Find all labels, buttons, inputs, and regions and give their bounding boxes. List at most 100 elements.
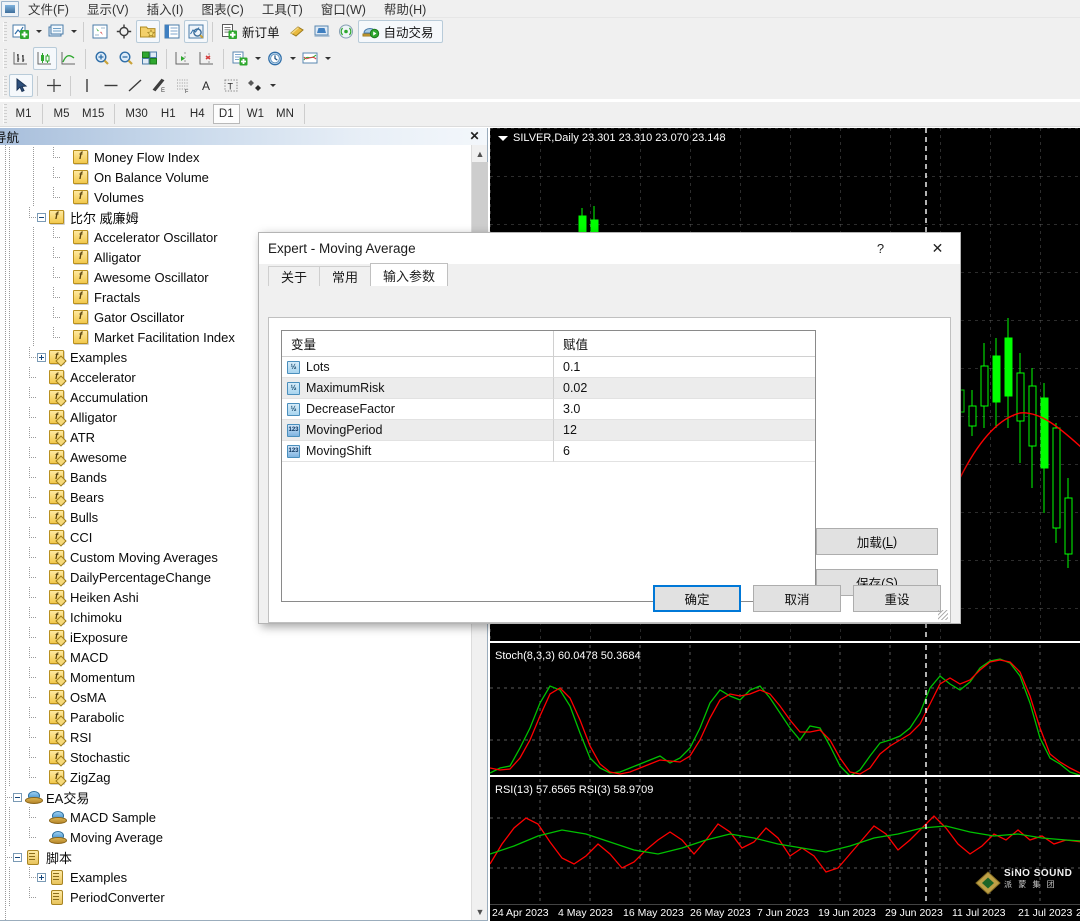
- table-row[interactable]: 123 MovingShift 6: [282, 441, 815, 462]
- variable-value[interactable]: 0.02: [554, 378, 815, 399]
- close-icon[interactable]: ✕: [915, 233, 960, 264]
- tree-item[interactable]: f On Balance Volume: [0, 167, 487, 187]
- bar-chart-button[interactable]: [9, 47, 33, 70]
- terminal-button[interactable]: [160, 20, 184, 43]
- new-order-button[interactable]: [217, 20, 241, 43]
- tree-expander[interactable]: [37, 352, 46, 362]
- variable-value[interactable]: 12: [554, 420, 815, 441]
- tree-expander[interactable]: [13, 792, 22, 802]
- candlestick-chart-button[interactable]: [33, 47, 57, 70]
- tree-item[interactable]: f RSI: [0, 727, 487, 747]
- profiles-dropdown[interactable]: [68, 20, 79, 43]
- help-question-icon[interactable]: ?: [858, 233, 903, 264]
- menu-tools[interactable]: 工具(T): [253, 0, 312, 19]
- period-button[interactable]: [263, 47, 287, 70]
- toolbar-grip[interactable]: [3, 21, 7, 42]
- timeframe-h1[interactable]: H1: [155, 104, 182, 124]
- crosshair-button[interactable]: [42, 74, 66, 97]
- dialog-resize-handle[interactable]: [938, 610, 948, 620]
- timeframe-m30[interactable]: M30: [120, 104, 152, 124]
- menu-charts[interactable]: 图表(C): [192, 0, 252, 19]
- autotrading-label[interactable]: 自动交易: [383, 22, 440, 41]
- table-row[interactable]: 123 MovingPeriod 12: [282, 420, 815, 441]
- new-chart-dropdown[interactable]: [33, 20, 44, 43]
- autotrading-icon[interactable]: [359, 20, 383, 43]
- tile-windows-button[interactable]: [138, 47, 162, 70]
- zoom-in-button[interactable]: [90, 47, 114, 70]
- tree-item[interactable]: PeriodConverter: [0, 887, 487, 907]
- shapes-dropdown[interactable]: [267, 74, 278, 97]
- indicators-button[interactable]: [298, 47, 322, 70]
- cursor-button[interactable]: [9, 74, 33, 97]
- label-button[interactable]: T: [219, 74, 243, 97]
- tree-item[interactable]: f Parabolic: [0, 707, 487, 727]
- tree-expander[interactable]: [13, 852, 22, 862]
- cancel-button[interactable]: 取消: [753, 585, 841, 612]
- navigator-button[interactable]: [136, 20, 160, 43]
- market-watch-button[interactable]: [88, 20, 112, 43]
- table-row[interactable]: ½ MaximumRisk 0.02: [282, 378, 815, 399]
- tree-item[interactable]: Examples: [0, 867, 487, 887]
- toolbar-grip[interactable]: [3, 75, 7, 96]
- tree-item[interactable]: f Momentum: [0, 667, 487, 687]
- timeframe-m1[interactable]: M1: [10, 104, 37, 124]
- chart-shift-button[interactable]: [171, 47, 195, 70]
- reset-button[interactable]: 重设: [853, 585, 941, 612]
- menu-view[interactable]: 显示(V): [78, 0, 138, 19]
- timeframe-w1[interactable]: W1: [242, 104, 269, 124]
- tree-item[interactable]: f Money Flow Index: [0, 147, 487, 167]
- variable-value[interactable]: 3.0: [554, 399, 815, 420]
- ok-button[interactable]: 确定: [653, 585, 741, 612]
- shapes-button[interactable]: [243, 74, 267, 97]
- timeframe-m15[interactable]: M15: [77, 104, 109, 124]
- menu-insert[interactable]: 插入(I): [138, 0, 193, 19]
- templates-button[interactable]: [228, 47, 252, 70]
- timeframe-d1[interactable]: D1: [212, 104, 240, 124]
- tree-item[interactable]: f iExposure: [0, 627, 487, 647]
- tree-item[interactable]: f MACD: [0, 647, 487, 667]
- tree-item[interactable]: Moving Average: [0, 827, 487, 847]
- dialog-titlebar[interactable]: Expert - Moving Average ? ✕: [259, 233, 960, 264]
- toolbar-grip[interactable]: [3, 48, 7, 69]
- chevron-up-icon[interactable]: ▲: [472, 145, 488, 162]
- trendline-button[interactable]: [123, 74, 147, 97]
- variable-value[interactable]: 6: [554, 441, 815, 462]
- tree-item[interactable]: f Volumes: [0, 187, 487, 207]
- profiles-button[interactable]: [44, 20, 68, 43]
- toolbar-grip[interactable]: [3, 104, 7, 124]
- tab-about[interactable]: 关于: [268, 266, 321, 286]
- metaeditor-button[interactable]: [286, 20, 310, 43]
- timeframe-h4[interactable]: H4: [184, 104, 211, 124]
- vertical-line-button[interactable]: [75, 74, 99, 97]
- fibonacci-button[interactable]: F: [171, 74, 195, 97]
- line-chart-button[interactable]: [57, 47, 81, 70]
- new-order-label[interactable]: 新订单: [241, 22, 286, 41]
- new-chart-button[interactable]: [9, 20, 33, 43]
- equidistant-channel-button[interactable]: E: [147, 74, 171, 97]
- table-row[interactable]: ½ DecreaseFactor 3.0: [282, 399, 815, 420]
- expert-advisors-button[interactable]: [310, 20, 334, 43]
- autotrading-button[interactable]: 自动交易: [357, 20, 443, 43]
- menu-file[interactable]: 文件(F): [19, 0, 78, 19]
- tab-common[interactable]: 常用: [319, 266, 372, 286]
- menu-help[interactable]: 帮助(H): [375, 0, 435, 19]
- tree-item[interactable]: 脚本: [0, 847, 487, 867]
- tree-item[interactable]: f ZigZag: [0, 767, 487, 787]
- tree-item[interactable]: f 比尔 威廉姆: [0, 207, 487, 227]
- timeframe-mn[interactable]: MN: [271, 104, 299, 124]
- signals-button[interactable]: [334, 20, 358, 43]
- tree-item[interactable]: EA交易: [0, 787, 487, 807]
- zoom-out-button[interactable]: [114, 47, 138, 70]
- strategy-tester-button[interactable]: [184, 20, 208, 43]
- tree-item[interactable]: MACD Sample: [0, 807, 487, 827]
- tab-inputs[interactable]: 输入参数: [370, 263, 449, 286]
- load-button[interactable]: 加载(L): [816, 528, 938, 555]
- tree-expander[interactable]: [37, 212, 46, 222]
- auto-scroll-button[interactable]: [195, 47, 219, 70]
- text-button[interactable]: A: [195, 74, 219, 97]
- chevron-down-icon[interactable]: ▼: [472, 903, 488, 920]
- indicators-dropdown[interactable]: [322, 47, 333, 70]
- period-dropdown[interactable]: [287, 47, 298, 70]
- chart-collapse-icon[interactable]: [498, 135, 508, 141]
- menu-window[interactable]: 窗口(W): [312, 0, 375, 19]
